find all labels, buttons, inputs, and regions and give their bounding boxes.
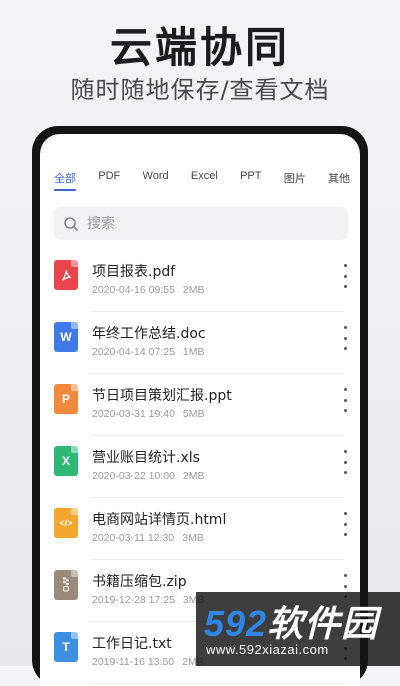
tab-other[interactable]: 其他 xyxy=(326,170,352,200)
tab-images[interactable]: 图片 xyxy=(282,170,308,200)
page-headline: 云端协同 xyxy=(109,23,290,72)
file-size: 2MB xyxy=(182,470,205,482)
word-icon: W xyxy=(54,322,78,352)
file-date: 2020-04-16 09:55 xyxy=(92,284,175,296)
file-meta: 2019-11-16 13:50 2MB xyxy=(92,656,204,668)
site-watermark: 592软件园 www.592xiazai.com xyxy=(196,592,400,666)
file-name: 营业账目统计.xls xyxy=(92,450,200,466)
pdf-icon xyxy=(54,260,78,290)
more-options-icon[interactable] xyxy=(338,326,352,350)
txt-icon: T xyxy=(54,632,78,662)
file-type-tabs: 全部 PDF Word Excel PPT 图片 其他 xyxy=(52,170,352,200)
file-row[interactable]: 项目报表.pdf 2020-04-16 09:55 2MB xyxy=(40,250,360,312)
zipper-glyph-icon xyxy=(63,577,69,592)
ppt-icon: P xyxy=(54,384,78,414)
tab-all[interactable]: 全部 xyxy=(52,170,78,200)
file-meta: 2019-12-28 17:25 3MB xyxy=(92,594,205,606)
watermark-number: 592 xyxy=(204,603,268,644)
file-size: 5MB xyxy=(182,408,205,420)
more-options-icon[interactable] xyxy=(338,450,352,474)
page-subheadline: 随时随地保存/查看文档 xyxy=(70,76,330,104)
code-icon: </> xyxy=(54,508,78,538)
file-size: 3MB xyxy=(182,532,204,544)
file-row[interactable]: W 年终工作总结.doc 2020-04-14 07:25 1MB xyxy=(40,312,360,374)
excel-icon: X xyxy=(54,446,78,476)
zip-icon xyxy=(54,570,78,600)
file-name: 工作日记.txt xyxy=(92,636,172,652)
file-row[interactable]: </> 电商网站详情页.html 2020-03-11 12:30 3MB xyxy=(40,498,360,560)
file-row[interactable]: P 节日项目策划汇报.ppt 2020-03-31 19:40 5MB xyxy=(40,374,360,436)
file-date: 2019-12-28 17:25 xyxy=(92,594,175,606)
file-name: 电商网站详情页.html xyxy=(92,512,227,528)
file-row[interactable]: X 营业账目统计.xls 2020-03-22 10:00 2MB xyxy=(40,436,360,498)
file-date: 2020-03-31 19:40 xyxy=(92,408,175,420)
tab-excel[interactable]: Excel xyxy=(189,170,220,200)
file-name: 年终工作总结.doc xyxy=(92,326,206,342)
tab-ppt[interactable]: PPT xyxy=(238,170,263,200)
search-icon xyxy=(64,216,78,231)
file-name: 项目报表.pdf xyxy=(92,264,176,280)
watermark-logo: 592软件园 xyxy=(204,595,378,647)
file-meta: 2020-03-31 19:40 5MB xyxy=(92,408,205,420)
search-bar[interactable] xyxy=(54,207,348,240)
watermark-brand-text: 软件园 xyxy=(267,604,379,645)
acrobat-glyph-icon xyxy=(61,269,71,281)
file-date: 2019-11-16 13:50 xyxy=(92,656,175,668)
file-meta: 2020-04-14 07:25 1MB xyxy=(92,346,205,358)
file-name: 书籍压缩包.zip xyxy=(92,574,187,590)
more-options-icon[interactable] xyxy=(338,264,352,288)
tab-pdf[interactable]: PDF xyxy=(96,170,122,200)
file-meta: 2020-03-22 10:00 2MB xyxy=(92,470,205,482)
file-size: 2MB xyxy=(182,284,205,296)
more-options-icon[interactable] xyxy=(338,388,352,412)
file-name: 节日项目策划汇报.ppt xyxy=(92,388,232,404)
file-date: 2020-03-22 10:00 xyxy=(92,470,175,482)
file-date: 2020-04-14 07:25 xyxy=(92,346,175,358)
watermark-url: www.592xiazai.com xyxy=(206,642,329,657)
search-input[interactable] xyxy=(85,214,289,233)
file-size: 1MB xyxy=(182,346,205,358)
file-date: 2020-03-11 12:30 xyxy=(92,532,175,544)
more-options-icon[interactable] xyxy=(338,512,352,536)
file-meta: 2020-03-11 12:30 3MB xyxy=(92,532,204,544)
tab-word[interactable]: Word xyxy=(141,170,171,200)
file-meta: 2020-04-16 09:55 2MB xyxy=(92,284,205,296)
